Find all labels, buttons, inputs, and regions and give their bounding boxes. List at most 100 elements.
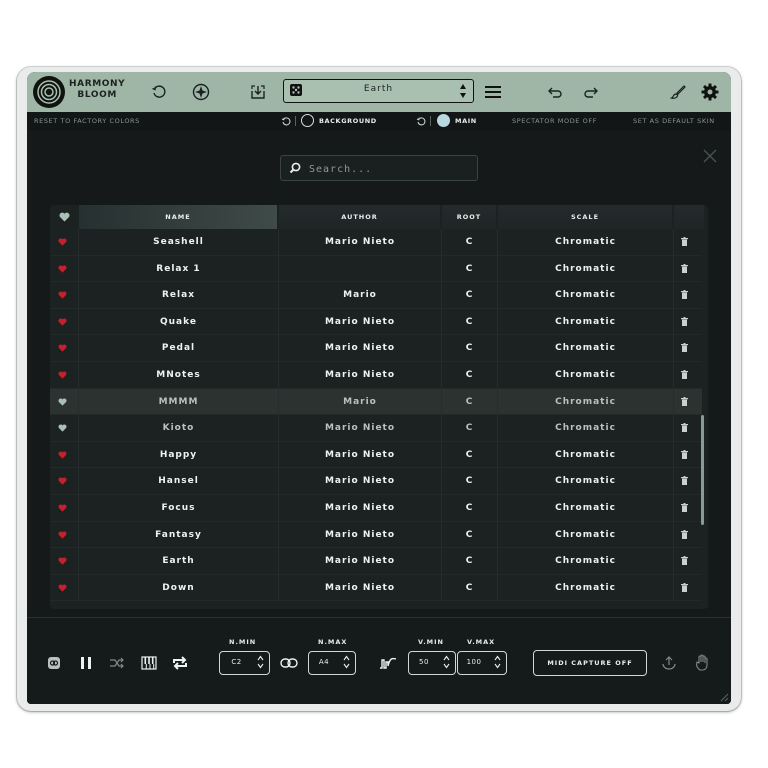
- repeat-icon[interactable]: [170, 653, 190, 673]
- main-color-swatch[interactable]: [437, 114, 450, 127]
- table-row[interactable]: Seashell Mario Nieto C Chromatic: [50, 229, 702, 256]
- compass-icon[interactable]: [190, 81, 212, 103]
- heart-icon: [58, 212, 70, 222]
- root-cell: C: [442, 415, 498, 442]
- resize-handle-icon[interactable]: [719, 692, 729, 702]
- link-icon[interactable]: [44, 653, 64, 673]
- author-cell: Mario: [279, 388, 442, 415]
- favorite-cell: [50, 335, 79, 362]
- table-row[interactable]: Fantasy Mario Nieto C Chromatic: [50, 521, 702, 549]
- menu-icon[interactable]: [482, 81, 504, 103]
- table-row[interactable]: Hansel Mario Nieto C Chromatic: [50, 468, 702, 495]
- delete-icon[interactable]: [681, 316, 688, 326]
- table-row[interactable]: MNotes Mario Nieto C Chromatic: [50, 362, 702, 389]
- velocity-max-value: 100: [466, 658, 482, 666]
- note-max-value: A4: [318, 658, 330, 666]
- note-max-stepper[interactable]: A4: [308, 651, 356, 675]
- table-row[interactable]: Relax 1 C Chromatic: [50, 255, 702, 283]
- preset-name-cell: Relax 1: [79, 255, 279, 282]
- author-column-header[interactable]: AUTHOR: [279, 205, 440, 229]
- preset-stepper-icon[interactable]: [459, 82, 467, 102]
- piano-icon[interactable]: [139, 653, 159, 673]
- delete-icon[interactable]: [681, 503, 688, 512]
- delete-icon[interactable]: [681, 476, 688, 486]
- close-icon[interactable]: [702, 148, 718, 164]
- delete-icon[interactable]: [681, 556, 688, 566]
- delete-icon[interactable]: [681, 290, 688, 300]
- bottom-toolbar: N.MIN C2 N.MAX A4 V.MIN 50 V.MAX 100 MID…: [27, 617, 731, 704]
- scale-column-header[interactable]: SCALE: [498, 205, 672, 229]
- velocity-max-stepper[interactable]: 100: [457, 651, 507, 675]
- table-row[interactable]: MMMM Mario C Chromatic: [50, 388, 702, 416]
- author-cell: Mario Nieto: [279, 521, 442, 548]
- reset-factory-colors-button[interactable]: RESET TO FACTORY COLORS: [34, 117, 140, 125]
- table-row[interactable]: Focus Mario Nieto C Chromatic: [50, 495, 702, 522]
- favorite-cell: [50, 255, 79, 282]
- author-cell: Mario Nieto: [279, 495, 442, 521]
- reset-main-icon[interactable]: [416, 116, 426, 126]
- table-row[interactable]: Down Mario Nieto C Chromatic: [50, 574, 702, 602]
- save-icon[interactable]: [247, 81, 269, 103]
- scrollbar-thumb[interactable]: [701, 415, 704, 525]
- delete-icon[interactable]: [681, 582, 688, 592]
- table-row[interactable]: Kioto Mario Nieto C Chromatic: [50, 415, 702, 442]
- stepper-arrows-icon[interactable]: [257, 655, 264, 671]
- preset-table: NAME AUTHOR ROOT SCALE Seashell Mario Nie…: [50, 205, 708, 609]
- scale-cell: Chromatic: [498, 468, 674, 495]
- shuffle-icon[interactable]: [107, 653, 127, 673]
- gear-icon[interactable]: [699, 81, 721, 103]
- waveform-icon[interactable]: [378, 653, 398, 673]
- delete-icon[interactable]: [681, 263, 688, 273]
- table-row[interactable]: Quake Mario Nieto C Chromatic: [50, 308, 702, 336]
- upload-icon[interactable]: [659, 653, 679, 673]
- stepper-arrows-icon[interactable]: [494, 655, 501, 671]
- set-default-skin-button[interactable]: SET AS DEFAULT SKIN: [633, 117, 715, 125]
- background-color-swatch[interactable]: [301, 114, 314, 127]
- reset-icon[interactable]: [148, 81, 170, 103]
- favorite-cell: [50, 441, 79, 468]
- stepper-arrows-icon[interactable]: [343, 655, 350, 671]
- scale-cell: Chromatic: [498, 229, 674, 255]
- preset-name-cell: Down: [79, 574, 279, 601]
- preset-selector[interactable]: Earth: [283, 79, 474, 103]
- dice-icon[interactable]: [289, 83, 303, 97]
- delete-icon[interactable]: [681, 237, 688, 246]
- delete-icon[interactable]: [681, 423, 688, 433]
- hand-icon[interactable]: [693, 653, 713, 673]
- search-input[interactable]: [307, 160, 471, 178]
- scale-cell: Chromatic: [498, 282, 674, 309]
- search-box[interactable]: [280, 155, 478, 181]
- reset-background-icon[interactable]: [281, 116, 291, 126]
- delete-icon[interactable]: [681, 449, 688, 459]
- redo-icon[interactable]: [580, 81, 602, 103]
- brush-icon[interactable]: [667, 81, 689, 103]
- pause-icon[interactable]: [76, 653, 96, 673]
- table-row[interactable]: Happy Mario Nieto C Chromatic: [50, 441, 702, 469]
- root-cell: C: [442, 282, 498, 309]
- scale-cell: Chromatic: [498, 548, 674, 575]
- delete-icon[interactable]: [681, 396, 688, 406]
- favorites-column-header[interactable]: [50, 205, 78, 229]
- table-row[interactable]: Earth Mario Nieto C Chromatic: [50, 548, 702, 575]
- search-icon: [289, 162, 301, 174]
- author-cell: Mario Nieto: [279, 308, 442, 335]
- favorite-cell: [50, 548, 79, 575]
- midi-capture-button[interactable]: MIDI CAPTURE OFF: [533, 650, 647, 676]
- table-row[interactable]: Pedal Mario Nieto C Chromatic: [50, 335, 702, 362]
- favorite-cell: [50, 308, 79, 335]
- undo-icon[interactable]: [544, 81, 566, 103]
- logo-line-2: BLOOM: [77, 90, 117, 100]
- delete-icon[interactable]: [681, 529, 688, 539]
- table-row[interactable]: Relax Mario C Chromatic: [50, 282, 702, 309]
- note-min-stepper[interactable]: C2: [219, 651, 270, 675]
- delete-icon[interactable]: [681, 343, 688, 353]
- stepper-arrows-icon[interactable]: [443, 655, 450, 671]
- delete-icon[interactable]: [681, 370, 688, 379]
- spectator-mode-toggle[interactable]: SPECTATOR MODE OFF: [512, 117, 597, 125]
- name-column-header[interactable]: NAME: [79, 205, 277, 229]
- root-column-header[interactable]: ROOT: [442, 205, 496, 229]
- preset-name: Earth: [363, 84, 394, 94]
- velocity-min-stepper[interactable]: 50: [408, 651, 456, 675]
- chain-icon[interactable]: [279, 653, 299, 673]
- scale-cell: Chromatic: [498, 388, 674, 415]
